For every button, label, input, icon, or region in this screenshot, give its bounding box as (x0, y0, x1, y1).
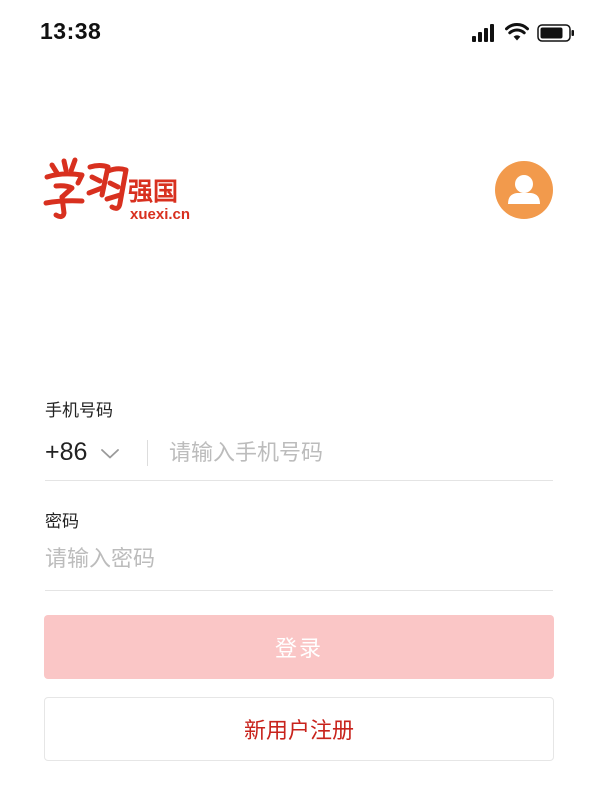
wifi-icon (505, 23, 529, 41)
register-button[interactable]: 新用户注册 (44, 697, 554, 761)
password-divider (45, 590, 553, 591)
signal-icon (472, 24, 494, 42)
chevron-down-icon (101, 448, 120, 458)
status-bar: 13:38 (0, 0, 600, 70)
country-code-selector[interactable]: +86 (45, 438, 120, 467)
logo-domain-text: xuexi.cn (130, 206, 191, 223)
login-button[interactable]: 登录 (44, 615, 554, 679)
logo-cn-text: 强国 (128, 177, 179, 206)
avatar-button[interactable] (495, 161, 553, 219)
password-input[interactable] (45, 542, 545, 576)
logo-script-icon (43, 157, 129, 220)
app-logo: 强国 xuexi.cn (42, 155, 202, 235)
phone-input[interactable] (169, 436, 549, 470)
phone-row: +86 (45, 430, 553, 478)
status-time: 13:38 (40, 18, 102, 44)
phone-label: 手机号码 (45, 401, 113, 421)
login-screen: 13:38 强国 xuexi.cn 手机号码 +86 请输入手机号码 密码 登录… (0, 0, 600, 805)
country-code-value: +86 (45, 438, 88, 466)
battery-icon (537, 24, 574, 42)
phone-divider (45, 480, 553, 481)
country-code-divider (147, 440, 148, 466)
password-label: 密码 (45, 512, 79, 532)
user-icon (508, 175, 540, 204)
